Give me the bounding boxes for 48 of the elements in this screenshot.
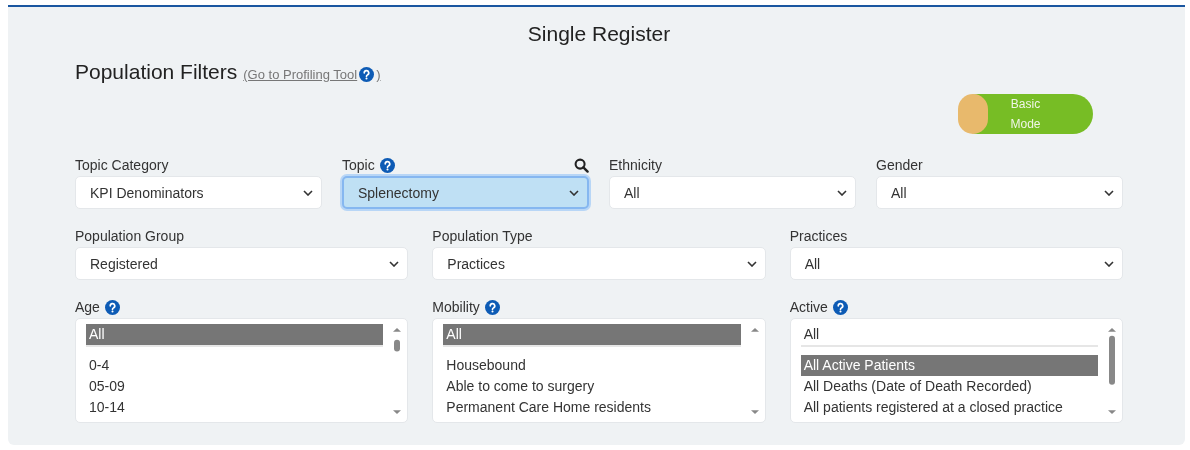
field-label: Topic xyxy=(342,157,375,173)
list-option[interactable]: All patients registered at a closed practice xyxy=(800,397,1098,418)
list-option[interactable]: All xyxy=(800,324,1098,347)
list-option[interactable]: 10-14 xyxy=(86,397,384,418)
caret-icon xyxy=(1104,260,1114,267)
caret-icon xyxy=(569,189,579,196)
caret-icon xyxy=(303,189,313,196)
caret-icon xyxy=(837,189,847,196)
list-option[interactable]: All xyxy=(86,324,384,347)
field-label: Ethnicity xyxy=(609,157,662,173)
search-icon[interactable] xyxy=(574,157,589,173)
profiling-tool-link[interactable]: (Go to Profiling Tool ) xyxy=(243,67,381,82)
list-option[interactable]: 05-09 xyxy=(86,376,384,397)
dropdown[interactable]: All xyxy=(609,176,856,209)
caret-icon xyxy=(389,260,400,267)
caret-icon xyxy=(746,260,757,267)
help-icon[interactable] xyxy=(359,67,375,82)
section-heading: Population Filters xyxy=(75,60,238,84)
field-label: Age xyxy=(75,299,100,315)
list-box[interactable]: All 0-4 05-09 10-14 xyxy=(75,318,409,423)
field-label: Active xyxy=(789,299,828,315)
field-label: Population Type xyxy=(432,228,533,244)
dropdown[interactable]: All xyxy=(789,247,1123,280)
list-option[interactable]: Able to come to surgery xyxy=(443,376,741,397)
list-option[interactable]: All Active Patients xyxy=(800,355,1098,376)
page-title: Single Register xyxy=(526,21,672,46)
field-label: Population Group xyxy=(75,228,184,244)
caret-icon xyxy=(1104,189,1114,196)
list-option[interactable]: All xyxy=(443,324,741,347)
dropdown[interactable]: KPI Denominators xyxy=(75,176,322,209)
dropdown[interactable]: Practices xyxy=(432,247,766,280)
dropdown[interactable]: All xyxy=(876,176,1123,209)
help-icon[interactable] xyxy=(484,299,500,315)
list-box[interactable]: All All Active Patients All Deaths (Date of Death Recorded) All patients registered at a closed practice xyxy=(789,318,1123,423)
list-option[interactable]: Housebound xyxy=(443,355,741,376)
field-label: Gender xyxy=(876,157,923,173)
list-option[interactable]: 0-4 xyxy=(86,355,384,376)
list-option[interactable]: Permanent Care Home residents xyxy=(443,397,741,418)
help-icon[interactable] xyxy=(832,299,848,315)
list-option[interactable]: All Deaths (Date of Death Recorded) xyxy=(800,376,1098,397)
help-icon[interactable] xyxy=(104,299,120,315)
dropdown[interactable]: Registered xyxy=(75,247,409,280)
dropdown[interactable]: Splenectomy xyxy=(342,176,589,209)
field-label: Topic Category xyxy=(75,157,169,173)
help-icon[interactable] xyxy=(379,157,395,173)
list-box[interactable]: All Housebound Able to come to surgery Permanent Care Home residents xyxy=(432,318,766,423)
field-label: Mobility xyxy=(432,299,480,315)
field-label: Practices xyxy=(789,228,848,244)
